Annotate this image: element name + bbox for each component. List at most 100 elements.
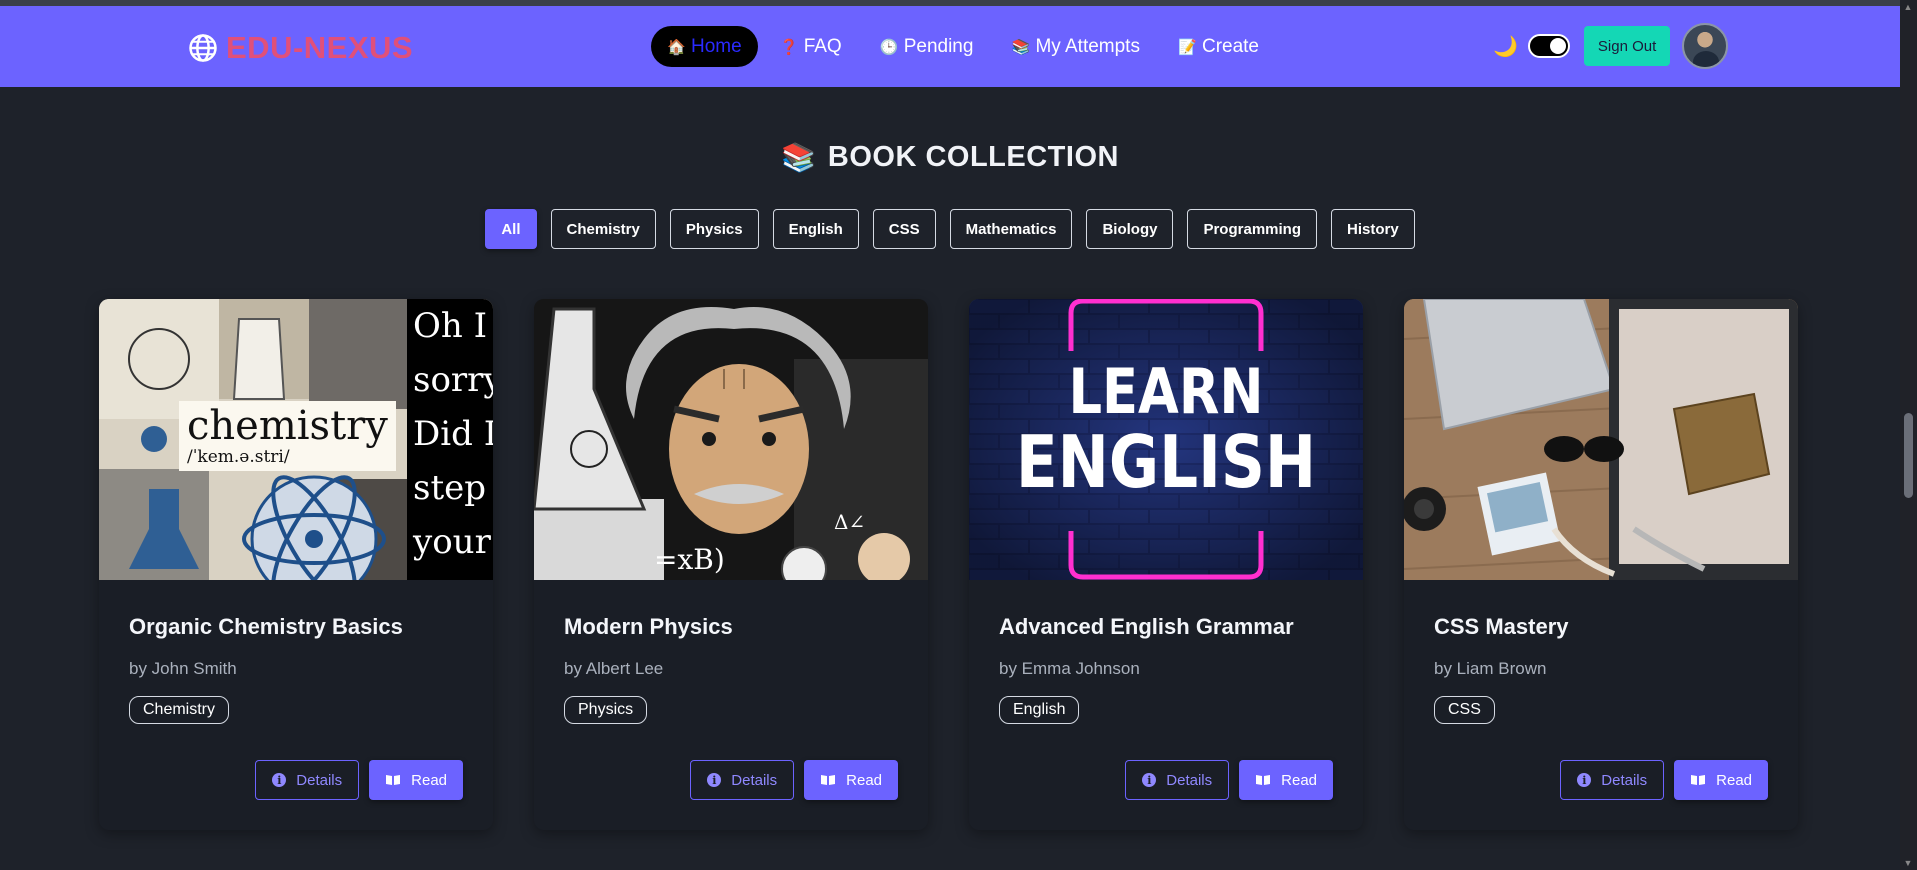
book-title: Organic Chemistry Basics: [129, 614, 403, 639]
book-card: LEARN ENGLISH Advanced English Grammar b…: [969, 299, 1363, 830]
book-author: by Emma Johnson: [999, 659, 1140, 678]
details-label: Details: [731, 771, 778, 789]
travel-flatlay-graphic: [1404, 299, 1798, 580]
book-title: Modern Physics: [564, 614, 733, 639]
details-label: Details: [296, 771, 343, 789]
avatar[interactable]: [1682, 23, 1729, 69]
nav-create-label: Create: [1201, 35, 1259, 57]
filter-all[interactable]: All: [485, 209, 537, 249]
info-icon: i: [707, 773, 722, 787]
filter-history[interactable]: History: [1330, 209, 1415, 249]
nav-my-attempts[interactable]: 📚 My Attempts: [995, 26, 1156, 67]
cover-side-text: Oh I h sorry - Did I step on your momen: [407, 299, 493, 580]
brand-name: EDU-NEXUS: [226, 30, 414, 65]
book-card: =xB) Δ∠ Modern Physics by Albert Lee Phy…: [534, 299, 928, 830]
navbar: EDU-NEXUS 🏠 Home ❓ FAQ 🕒 Pending 📚 My At…: [0, 6, 1900, 87]
card-actions: i Details Read: [690, 760, 898, 800]
scroll-down-arrow-icon[interactable]: ▼: [1903, 858, 1913, 868]
read-label: Read: [846, 771, 882, 789]
section-heading: 📚 BOOK COLLECTION: [0, 141, 1900, 174]
open-book-icon: [1256, 775, 1271, 785]
details-button[interactable]: i Details: [1560, 760, 1665, 800]
book-author: by Liam Brown: [1434, 659, 1547, 678]
cover-phonetic: /ˈkem.ə.stri/: [187, 447, 290, 467]
read-button[interactable]: Read: [1239, 760, 1333, 800]
nav-actions: 🌙 Sign Out: [1493, 23, 1729, 69]
cover-headline: LEARN ENGLISH: [999, 355, 1334, 504]
nav-faq[interactable]: ❓ FAQ: [764, 26, 858, 67]
filter-programming[interactable]: Programming: [1187, 209, 1317, 249]
nav-home-label: Home: [691, 35, 742, 57]
toggle-knob: [1549, 38, 1566, 54]
nav-create[interactable]: 📝 Create: [1162, 26, 1275, 67]
main-nav: 🏠 Home ❓ FAQ 🕒 Pending 📚 My Attempts 📝 C…: [651, 26, 1275, 67]
nav-home[interactable]: 🏠 Home: [651, 26, 758, 67]
details-button[interactable]: i Details: [1125, 760, 1230, 800]
clock-icon: 🕒: [879, 38, 899, 56]
read-label: Read: [411, 771, 447, 789]
scroll-up-arrow-icon[interactable]: ▲: [1903, 2, 1913, 12]
book-card: CSS Mastery by Liam Brown CSS i Details …: [1404, 299, 1798, 830]
svg-text:Δ∠: Δ∠: [834, 510, 865, 534]
nav-my-attempts-label: My Attempts: [1035, 35, 1140, 57]
memo-icon: 📝: [1177, 38, 1197, 56]
filter-english[interactable]: English: [772, 209, 859, 249]
page-title: BOOK COLLECTION: [827, 141, 1119, 173]
details-label: Details: [1601, 771, 1648, 789]
open-book-icon: [386, 775, 401, 785]
cover-line-1: LEARN: [1068, 355, 1264, 428]
scrollbar-thumb[interactable]: [1904, 413, 1913, 498]
brand[interactable]: EDU-NEXUS: [188, 30, 413, 66]
question-icon: ❓: [779, 38, 799, 56]
book-card: chemistry /ˈkem.ə.stri/ Oh I h sorry - D…: [99, 299, 493, 830]
read-button[interactable]: Read: [804, 760, 898, 800]
books-icon: 📚: [781, 142, 816, 173]
books-icon: 📚: [1011, 38, 1031, 56]
info-icon: i: [272, 773, 287, 787]
category-tag: Chemistry: [129, 696, 230, 724]
filter-css[interactable]: CSS: [872, 209, 936, 249]
card-body: CSS Mastery by Liam Brown CSS: [1404, 614, 1798, 724]
category-filters: All Chemistry Physics English CSS Mathem…: [0, 209, 1900, 249]
open-book-icon: [1691, 775, 1706, 785]
filter-biology[interactable]: Biology: [1086, 209, 1174, 249]
details-button[interactable]: i Details: [255, 760, 360, 800]
globe-icon: [189, 34, 217, 62]
book-cover-image: [1404, 299, 1798, 580]
card-actions: i Details Read: [1560, 760, 1768, 800]
cover-line-2: ENGLISH: [1015, 420, 1317, 504]
home-icon: 🏠: [667, 38, 686, 56]
filter-mathematics[interactable]: Mathematics: [949, 209, 1073, 249]
read-button[interactable]: Read: [1674, 760, 1768, 800]
theme-toggle[interactable]: [1527, 34, 1570, 58]
nav-pending[interactable]: 🕒 Pending: [864, 26, 990, 67]
book-title: Advanced English Grammar: [999, 614, 1294, 639]
book-cover-image: LEARN ENGLISH: [969, 299, 1363, 580]
card-body: Advanced English Grammar by Emma Johnson…: [969, 614, 1363, 724]
category-tag: English: [999, 696, 1080, 724]
book-cover-image: =xB) Δ∠: [534, 299, 928, 580]
sign-out-button[interactable]: Sign Out: [1583, 26, 1671, 66]
category-tag: Physics: [564, 696, 648, 724]
info-icon: i: [1577, 773, 1592, 787]
book-author: by John Smith: [129, 659, 237, 678]
read-label: Read: [1281, 771, 1317, 789]
physics-collage-graphic: =xB) Δ∠: [534, 299, 928, 580]
cover-word: chemistry: [187, 403, 388, 449]
read-button[interactable]: Read: [369, 760, 463, 800]
filter-chemistry[interactable]: Chemistry: [550, 209, 656, 249]
details-button[interactable]: i Details: [690, 760, 795, 800]
details-label: Details: [1166, 771, 1213, 789]
svg-text:=xB): =xB): [654, 543, 725, 576]
read-label: Read: [1716, 771, 1752, 789]
open-book-icon: [821, 775, 836, 785]
nav-faq-label: FAQ: [803, 35, 842, 57]
category-tag: CSS: [1434, 696, 1495, 724]
nav-pending-label: Pending: [903, 35, 974, 57]
moon-icon: 🌙: [1493, 35, 1518, 58]
card-actions: i Details Read: [1125, 760, 1333, 800]
card-actions: i Details Read: [255, 760, 463, 800]
cover-title-label: chemistry /ˈkem.ə.stri/: [179, 401, 396, 471]
filter-physics[interactable]: Physics: [669, 209, 759, 249]
book-author: by Albert Lee: [564, 659, 664, 678]
